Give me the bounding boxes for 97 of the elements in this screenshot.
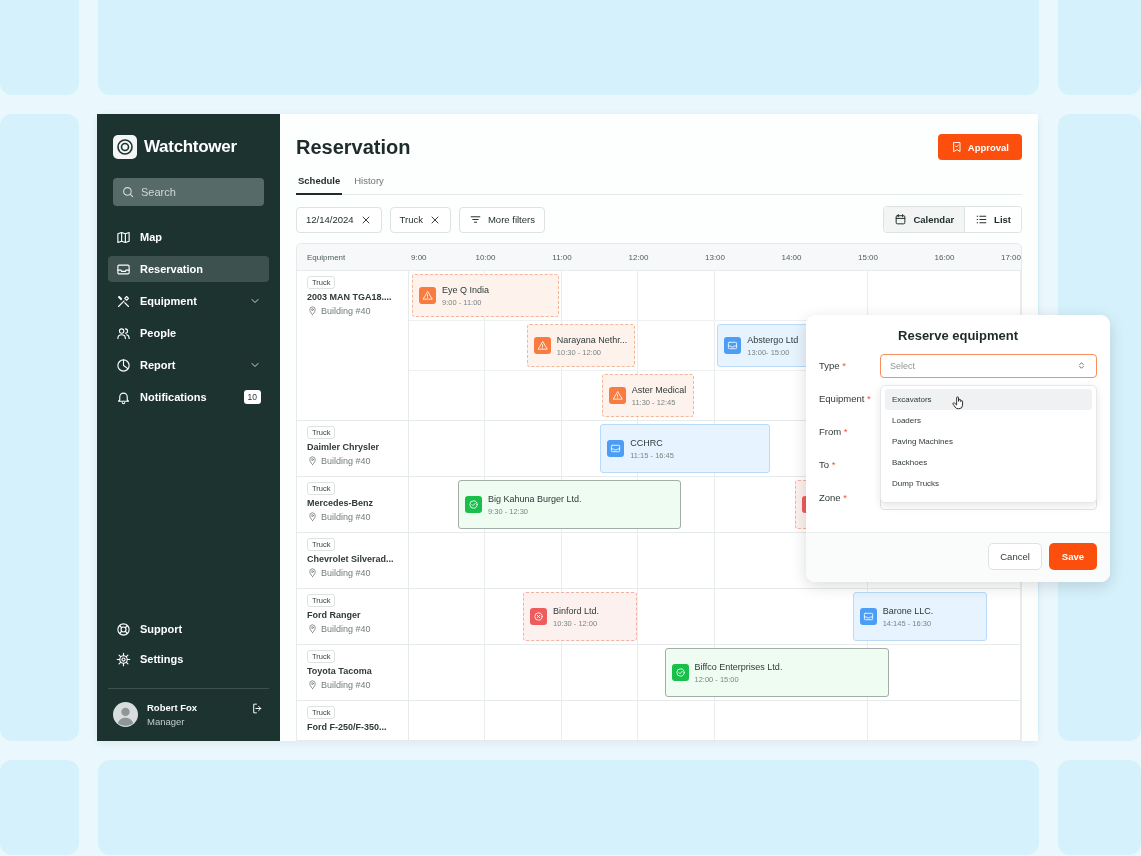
nav-item[interactable]: Support — [108, 616, 269, 642]
location-text: Building #40 — [321, 623, 371, 634]
location-text: Building #40 — [321, 305, 371, 316]
hour-label: 12:00 — [628, 253, 649, 262]
dropdown-option[interactable]: Excavators — [885, 389, 1092, 410]
warning-icon — [533, 337, 551, 354]
location-text: Building #40 — [321, 511, 371, 522]
reservation-title: Binford Ltd. — [553, 605, 599, 616]
location-text: Building #40 — [321, 455, 371, 466]
hour-label: 10:00 — [475, 253, 496, 262]
logout-button[interactable] — [251, 702, 264, 715]
hour-label: 9:00 — [411, 253, 427, 262]
pin-icon — [307, 623, 318, 634]
pin-icon — [307, 511, 318, 522]
logo-icon — [113, 135, 137, 159]
people-icon — [116, 325, 131, 341]
calendar-icon — [894, 213, 908, 226]
field-label: To * — [819, 459, 837, 470]
page-title: Reservation — [296, 135, 411, 159]
equipment-name: 2003 MAN TGA18.... — [307, 292, 392, 302]
reservation-title: Aster Medical — [631, 384, 687, 395]
pin-icon — [307, 305, 318, 316]
brand-name: Watchtower — [144, 137, 237, 157]
equipment-name: Chevrolet Silverad... — [307, 554, 394, 564]
logout-icon — [251, 702, 264, 715]
avatar — [113, 702, 138, 727]
warning-icon — [419, 287, 437, 304]
view-button[interactable]: Calendar — [884, 207, 965, 232]
equipment-name: Ford Ranger — [307, 610, 361, 620]
tools-icon — [116, 293, 131, 309]
field-label: Zone * — [819, 492, 848, 503]
hour-label: 17:00 — [1000, 253, 1021, 262]
equipment-name: Daimler Chrysler — [307, 442, 380, 452]
count-badge: 10 — [243, 390, 261, 404]
dropdown-option[interactable]: Dump Trucks — [885, 473, 1092, 494]
reservation-title: Big Kahuna Burger Ltd. — [487, 493, 582, 504]
cancel-button[interactable]: Cancel — [988, 543, 1042, 570]
inbox-icon — [116, 261, 131, 277]
filter-chip[interactable]: 12/14/2024 — [296, 206, 382, 233]
filter-icon — [468, 213, 482, 226]
pin-icon — [307, 679, 318, 690]
dialog-title: Reserve equipment — [897, 328, 1019, 343]
hour-label: 13:00 — [705, 253, 725, 262]
equipment-name: Ford F-250/F-350... — [307, 722, 387, 732]
reservation-title: Narayana Nethr... — [556, 334, 628, 345]
equipment-name: Toyota Tacoma — [307, 666, 372, 676]
hour-label: 16:00 — [934, 253, 955, 262]
hour-label: 11:00 — [552, 253, 572, 262]
location-text: Building #40 — [321, 567, 371, 578]
filter-button[interactable]: More filters — [458, 206, 545, 233]
nav-item[interactable]: Map — [108, 224, 269, 250]
reservation-title: CCHRC — [630, 437, 664, 448]
nav-item[interactable]: Report — [108, 352, 269, 378]
check-icon — [671, 664, 689, 681]
dropdown-option[interactable]: Paving Machines — [885, 431, 1092, 452]
equipment-name: Mercedes-Benz — [307, 498, 374, 508]
inbox-icon — [724, 337, 742, 354]
nav-item[interactable]: Notifications 10 — [108, 384, 269, 410]
field-label: Equipment * — [819, 393, 872, 404]
user-name: Robert Fox — [147, 702, 199, 713]
warning-icon — [608, 387, 626, 404]
dropdown-option[interactable]: Loaders — [885, 410, 1092, 431]
view-button[interactable]: List — [964, 207, 1021, 232]
bookmark-icon — [950, 141, 963, 153]
nav-item[interactable]: Settings — [108, 646, 269, 672]
pin-icon — [307, 567, 318, 578]
reservation-title: Eye Q India — [442, 284, 490, 295]
inbox-icon — [607, 440, 625, 457]
filter-chip[interactable]: Truck — [389, 206, 451, 233]
inbox-icon — [859, 608, 877, 625]
nav-item[interactable]: Equipment — [108, 288, 269, 314]
list-icon — [975, 213, 989, 226]
settings-icon — [116, 651, 131, 667]
hour-label: 14:00 — [781, 253, 802, 262]
nav-item[interactable]: Reservation — [108, 256, 269, 282]
lifebuoy-icon — [116, 621, 131, 637]
nav-item[interactable]: People — [108, 320, 269, 346]
location-text: Building #40 — [321, 679, 371, 690]
pie-chart-icon — [116, 357, 131, 373]
bell-icon — [116, 389, 131, 405]
search-field[interactable]: Search — [113, 178, 264, 206]
reservation-title: Barone LLC. — [882, 605, 934, 616]
pin-icon — [307, 455, 318, 466]
column-header: Equipment — [306, 252, 347, 262]
search-icon — [121, 185, 135, 199]
hand-cursor-icon — [951, 395, 966, 410]
tab[interactable]: History — [352, 170, 386, 195]
updown-chevron-icon — [1076, 360, 1087, 371]
field-label: From * — [819, 426, 849, 437]
reservation-title: Abstergo Ltd — [747, 334, 799, 345]
user-role: Manager — [147, 716, 186, 727]
tab[interactable]: Schedule — [296, 170, 343, 195]
check-icon — [464, 496, 482, 513]
hour-label: 15:00 — [858, 253, 878, 262]
reservation-title: Biffco Enterprises Ltd. — [694, 661, 783, 672]
map-icon — [116, 229, 131, 245]
dropdown-option[interactable]: Backhoes — [885, 452, 1092, 473]
